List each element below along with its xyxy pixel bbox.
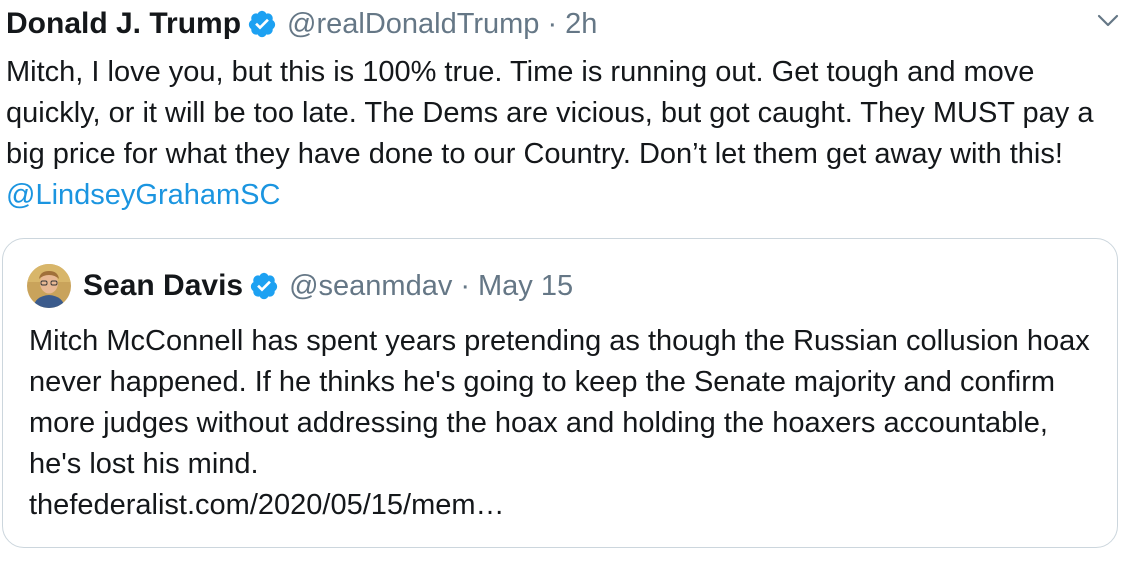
tweet-text-content: Mitch, I love you, but this is 100% true…	[6, 56, 1094, 170]
quoted-author-name[interactable]: Sean Davis	[83, 269, 243, 303]
quoted-tweet-text-content: Mitch McConnell has spent years pretendi…	[29, 325, 1090, 480]
quoted-tweet[interactable]: Sean Davis @seanmdav · May 15 Mitch McCo…	[2, 238, 1118, 548]
quoted-tweet-header: Sean Davis @seanmdav · May 15	[27, 261, 573, 311]
avatar[interactable]	[27, 264, 71, 308]
separator-dot: ·	[460, 269, 471, 302]
author-handle[interactable]: @realDonaldTrump	[287, 8, 539, 41]
quoted-tweet-link[interactable]: thefederalist.com/2020/05/15/mem…	[29, 489, 505, 521]
quoted-timestamp[interactable]: May 15	[478, 270, 573, 303]
quoted-author-handle[interactable]: @seanmdav	[289, 270, 452, 303]
tweet-text: Mitch, I love you, but this is 100% true…	[6, 52, 1131, 216]
timestamp[interactable]: 2h	[565, 8, 597, 41]
verified-badge-icon	[247, 9, 277, 39]
tweet-card: Donald J. Trump @realDonaldTrump · 2h Mi…	[0, 0, 1142, 570]
separator-dot: ·	[547, 7, 558, 40]
author-name[interactable]: Donald J. Trump	[6, 7, 241, 41]
mention-link[interactable]: @LindseyGrahamSC	[6, 179, 280, 211]
tweet-header: Donald J. Trump @realDonaldTrump · 2h	[6, 2, 597, 46]
chevron-down-icon[interactable]	[1094, 10, 1122, 32]
verified-badge-icon	[249, 271, 279, 301]
quoted-tweet-text: Mitch McConnell has spent years pretendi…	[29, 321, 1104, 526]
